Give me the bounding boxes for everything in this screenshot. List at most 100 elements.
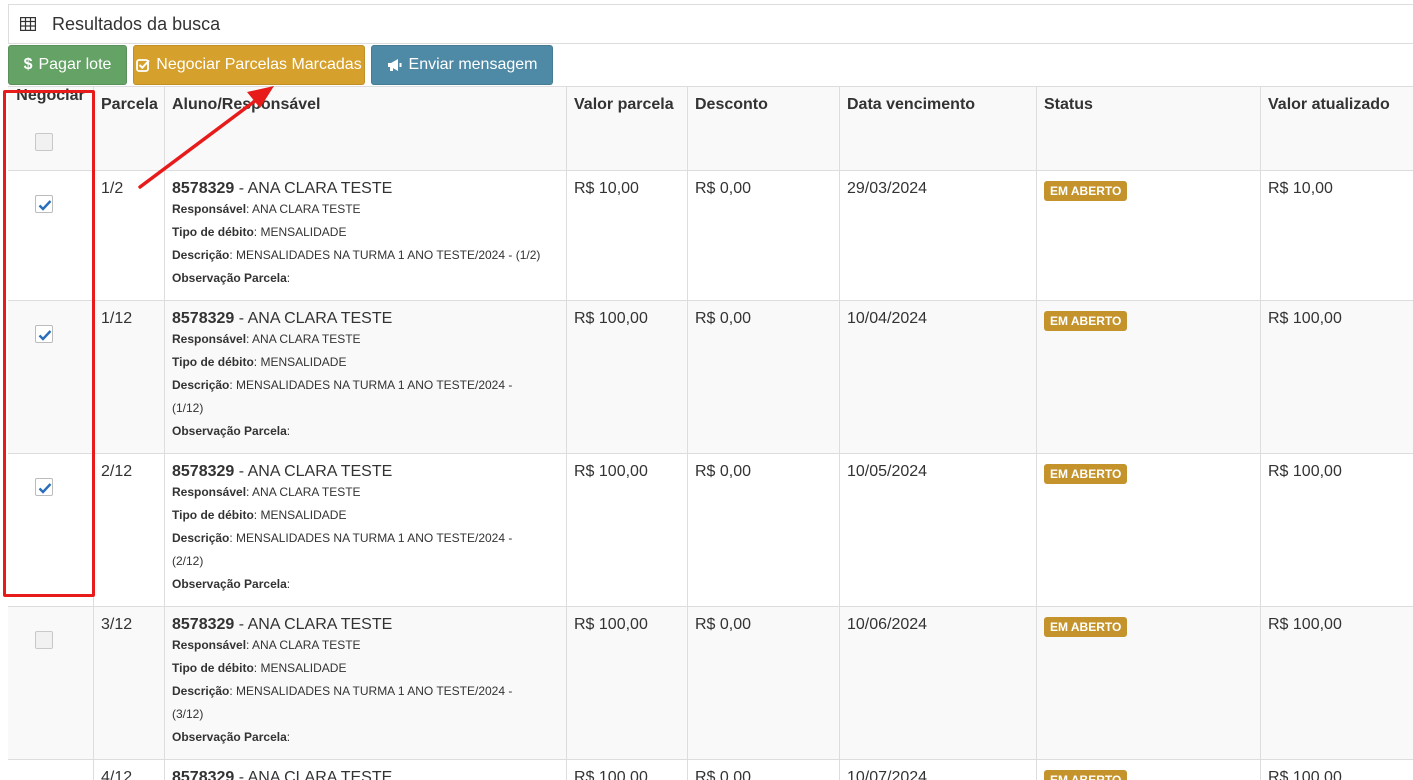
vencimento-cell: 10/07/2024 — [839, 760, 1036, 780]
atualizado-cell: R$ 100,00 — [1260, 301, 1413, 453]
status-cell: EM ABERTO — [1036, 171, 1260, 300]
vencimento-cell: 10/05/2024 — [839, 454, 1036, 606]
tipo-value: : MENSALIDADE — [253, 355, 347, 369]
tipo-value: : MENSALIDADE — [253, 508, 347, 522]
header-aluno: Aluno/Responsável — [164, 87, 566, 170]
header-status: Status — [1036, 87, 1260, 170]
responsavel-value: : ANA CLARA TESTE — [246, 332, 361, 346]
tipo-line: Tipo de débito: MENSALIDADE — [172, 657, 559, 680]
table-row: 1/2 8578329 - ANA CLARA TESTE Responsáve… — [8, 170, 1413, 300]
descricao-line-2: (2/12) — [172, 554, 204, 568]
student-text: - ANA CLARA TESTE — [234, 310, 393, 327]
aluno-cell: 8578329 - ANA CLARA TESTE Responsável: A… — [164, 454, 566, 606]
valor-cell: R$ 100,00 — [566, 454, 687, 606]
status-badge: EM ABERTO — [1044, 617, 1128, 637]
row-checkbox[interactable] — [35, 478, 53, 496]
student-name: 8578329 - ANA CLARA TESTE — [172, 454, 559, 481]
check-icon — [38, 200, 52, 211]
row-select-cell — [8, 760, 93, 780]
descricao-label: Descrição — [172, 684, 230, 698]
row-select-cell — [8, 171, 93, 300]
pay-batch-label: Pagar lote — [38, 56, 112, 73]
observacao-line: Observação Parcela: — [172, 573, 559, 596]
status-badge: EM ABERTO — [1044, 311, 1128, 331]
table-row: 4/12 8578329 - ANA CLARA TESTE R$ 100,00… — [8, 759, 1413, 780]
row-checkbox[interactable] — [35, 325, 53, 343]
atualizado-cell: R$ 100,00 — [1260, 760, 1413, 780]
atualizado-cell: R$ 100,00 — [1260, 454, 1413, 606]
send-message-button[interactable]: Enviar mensagem — [371, 45, 553, 85]
header-vencimento: Data vencimento — [839, 87, 1036, 170]
status-cell: EM ABERTO — [1036, 607, 1260, 759]
student-text: - ANA CLARA TESTE — [234, 180, 393, 197]
check-icon — [38, 330, 52, 341]
observacao-line: Observação Parcela: — [172, 420, 559, 443]
negotiate-marked-button[interactable]: Negociar Parcelas Marcadas — [133, 45, 365, 85]
responsavel-value: : ANA CLARA TESTE — [246, 202, 361, 216]
responsavel-line: Responsável: ANA CLARA TESTE — [172, 481, 559, 504]
student-code: 8578329 — [172, 463, 235, 480]
table-icon — [20, 17, 36, 31]
row-select-cell — [8, 454, 93, 606]
status-cell: EM ABERTO — [1036, 454, 1260, 606]
status-badge: EM ABERTO — [1044, 770, 1128, 780]
valor-cell: R$ 10,00 — [566, 171, 687, 300]
observacao-line: Observação Parcela: — [172, 726, 559, 749]
student-name: 8578329 - ANA CLARA TESTE — [172, 301, 559, 328]
vencimento-cell: 10/06/2024 — [839, 607, 1036, 759]
row-select-cell — [8, 301, 93, 453]
header-valor: Valor parcela — [566, 87, 687, 170]
pay-batch-button[interactable]: $ Pagar lote — [8, 45, 127, 85]
descricao-value: : MENSALIDADES NA TURMA 1 ANO TESTE/2024… — [229, 378, 513, 392]
parcela-cell: 4/12 — [93, 760, 164, 780]
responsavel-line: Responsável: ANA CLARA TESTE — [172, 634, 559, 657]
desconto-cell: R$ 0,00 — [687, 760, 839, 780]
tipo-value: : MENSALIDADE — [253, 661, 347, 675]
row-select-cell — [8, 607, 93, 759]
status-badge: EM ABERTO — [1044, 181, 1128, 201]
atualizado-cell: R$ 10,00 — [1260, 171, 1413, 300]
bullhorn-icon — [387, 58, 403, 72]
parcela-cell: 1/12 — [93, 301, 164, 453]
aluno-cell: 8578329 - ANA CLARA TESTE Responsável: A… — [164, 607, 566, 759]
responsavel-label: Responsável — [172, 638, 247, 652]
responsavel-label: Responsável — [172, 332, 247, 346]
row-checkbox[interactable] — [35, 631, 53, 649]
tipo-label: Tipo de débito — [172, 355, 254, 369]
observacao-value: : — [286, 271, 291, 285]
descricao-line-2: (3/12) — [172, 707, 204, 721]
observacao-value: : — [286, 424, 291, 438]
send-message-label: Enviar mensagem — [408, 56, 538, 73]
descricao-line-2: (1/12) — [172, 401, 204, 415]
tipo-line: Tipo de débito: MENSALIDADE — [172, 221, 559, 244]
descricao-line: Descrição: MENSALIDADES NA TURMA 1 ANO T… — [172, 374, 559, 397]
table-header-row: Negociar Parcela Aluno/Responsável Valor… — [8, 86, 1413, 170]
parcela-cell: 3/12 — [93, 607, 164, 759]
aluno-cell: 8578329 - ANA CLARA TESTE Responsável: A… — [164, 171, 566, 300]
responsavel-value: : ANA CLARA TESTE — [246, 638, 361, 652]
parcela-cell: 1/2 — [93, 171, 164, 300]
tipo-label: Tipo de débito — [172, 661, 254, 675]
desconto-cell: R$ 0,00 — [687, 171, 839, 300]
observacao-line: Observação Parcela: — [172, 267, 559, 290]
student-text: - ANA CLARA TESTE — [234, 463, 393, 480]
descricao-value: : MENSALIDADES NA TURMA 1 ANO TESTE/2024… — [229, 531, 513, 545]
descricao-line: Descrição: MENSALIDADES NA TURMA 1 ANO T… — [172, 680, 559, 703]
row-checkbox[interactable] — [35, 195, 53, 213]
tipo-label: Tipo de débito — [172, 508, 254, 522]
responsavel-label: Responsável — [172, 485, 247, 499]
descricao-value: : MENSALIDADES NA TURMA 1 ANO TESTE/2024… — [229, 248, 541, 262]
student-name: 8578329 - ANA CLARA TESTE — [172, 171, 559, 198]
select-all-checkbox[interactable] — [35, 133, 53, 151]
student-code: 8578329 — [172, 310, 235, 327]
check-icon — [38, 483, 52, 494]
observacao-value: : — [286, 730, 291, 744]
status-badge: EM ABERTO — [1044, 464, 1128, 484]
valor-cell: R$ 100,00 — [566, 760, 687, 780]
vencimento-cell: 10/04/2024 — [839, 301, 1036, 453]
responsavel-line: Responsável: ANA CLARA TESTE — [172, 328, 559, 351]
student-code: 8578329 — [172, 769, 235, 780]
desconto-cell: R$ 0,00 — [687, 301, 839, 453]
table-row: 2/12 8578329 - ANA CLARA TESTE Responsáv… — [8, 453, 1413, 606]
header-atualizado: Valor atualizado — [1260, 87, 1413, 170]
